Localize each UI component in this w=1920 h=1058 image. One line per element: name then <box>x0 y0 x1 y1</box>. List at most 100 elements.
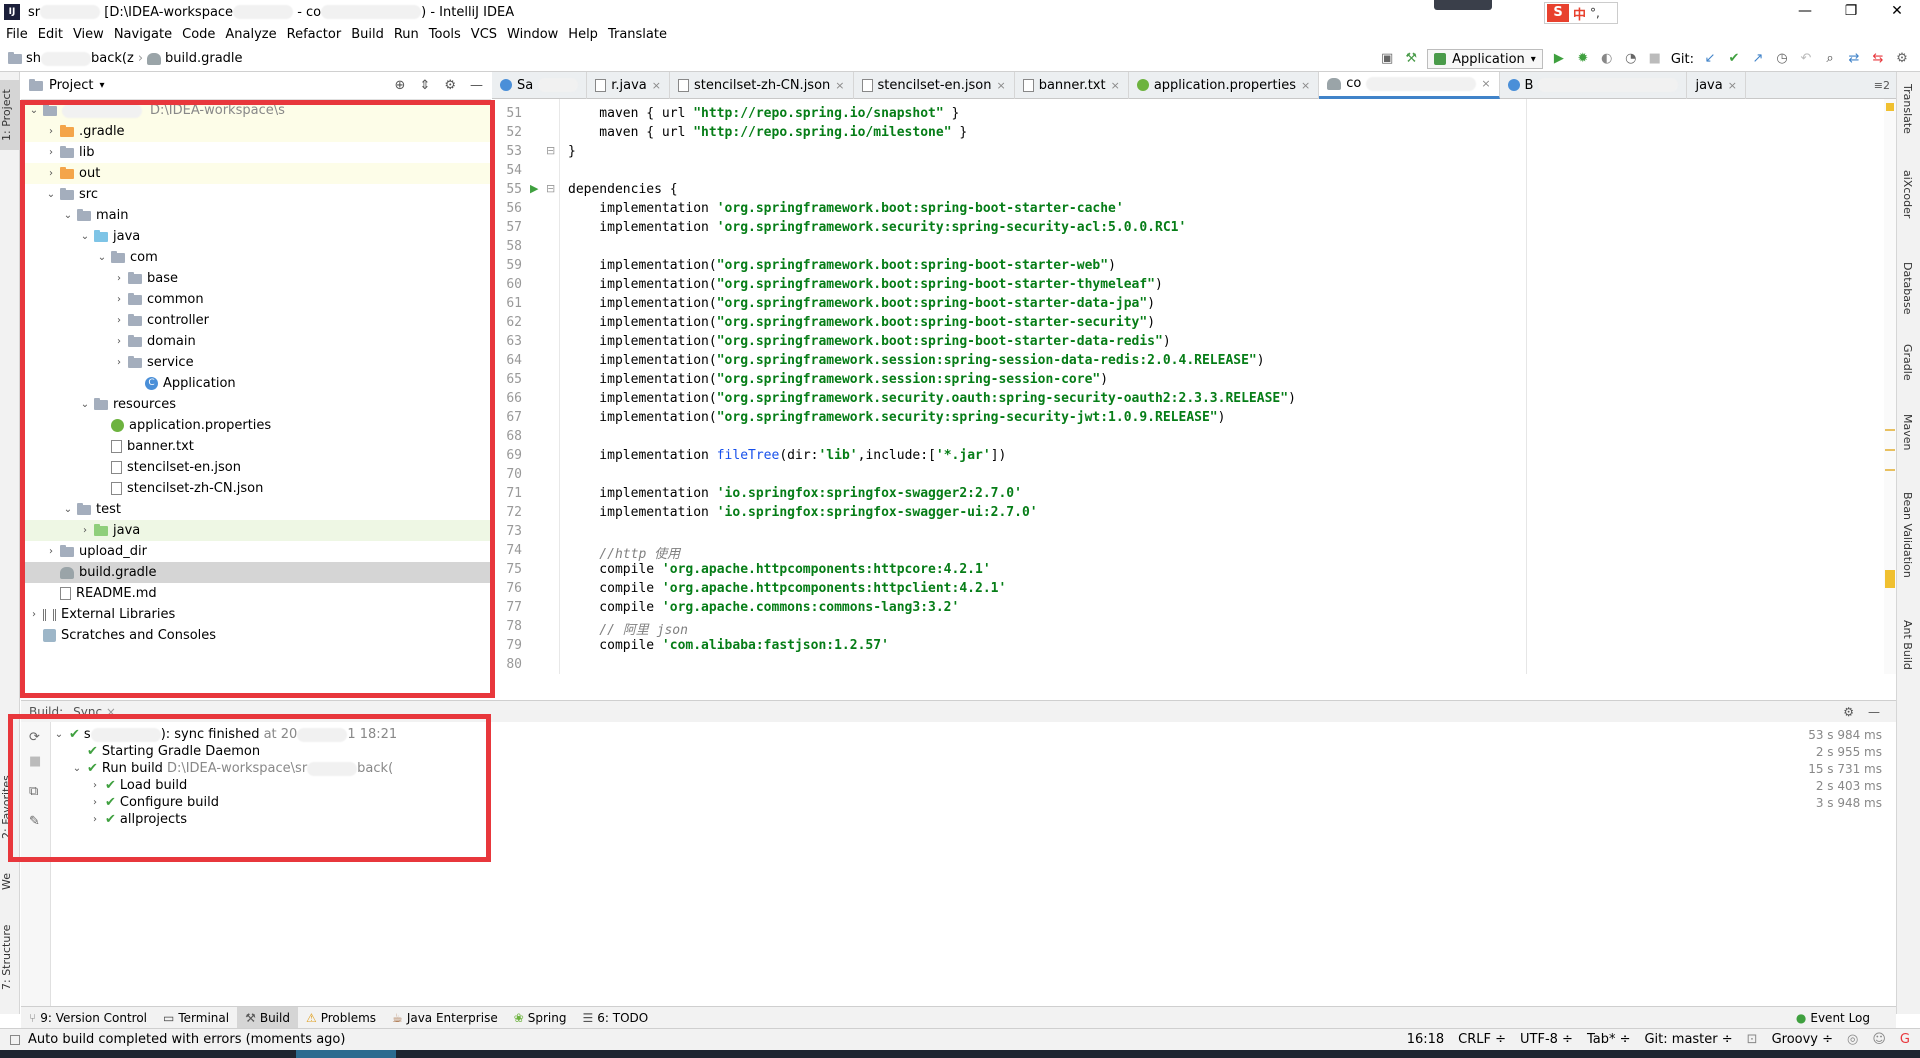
locate-file-icon[interactable]: ⊕ <box>395 78 406 93</box>
code-line[interactable]: implementation("org.springframework.sess… <box>568 353 1264 368</box>
warning-marker[interactable] <box>1886 103 1894 111</box>
gutter-run-icon[interactable]: ▶ <box>530 182 538 195</box>
search-icon[interactable]: ⌕ <box>1822 51 1838 67</box>
code-line[interactable]: implementation("org.springframework.secu… <box>568 391 1296 406</box>
menu-edit[interactable]: Edit <box>38 27 63 42</box>
status-message[interactable]: Auto build completed with errors (moment… <box>28 1032 345 1047</box>
collapse-all-icon[interactable]: ⇕ <box>419 78 430 93</box>
code-line[interactable]: implementation 'org.springframework.boot… <box>568 201 1123 216</box>
close-button[interactable]: ✕ <box>1874 0 1920 24</box>
project-view-selector[interactable]: Project <box>49 78 93 93</box>
code-line[interactable]: implementation("org.springframework.boot… <box>568 296 1155 311</box>
menu-vcs[interactable]: VCS <box>471 27 497 42</box>
history-icon[interactable]: ◷ <box>1774 51 1790 67</box>
editor-tab[interactable]: stencilset-zh-CN.json × <box>670 71 854 99</box>
code-line[interactable]: compile 'org.apache.httpcomponents:httpc… <box>568 581 1006 596</box>
code-line[interactable]: implementation("org.springframework.secu… <box>568 410 1225 425</box>
fold-marker-icon[interactable]: ⊟ <box>546 144 555 157</box>
gear-icon[interactable]: ⚙ <box>1843 705 1854 719</box>
fold-marker-icon[interactable]: ⊟ <box>546 182 555 195</box>
code-line[interactable]: implementation("org.springframework.boot… <box>568 315 1155 330</box>
code-line[interactable]: compile 'org.apache.httpcomponents:httpc… <box>568 562 990 577</box>
close-tab-icon[interactable]: × <box>652 79 661 92</box>
menu-build[interactable]: Build <box>351 27 384 42</box>
code-line[interactable]: implementation 'io.springfox:springfox-s… <box>568 505 1037 520</box>
editor-tab[interactable]: banner.txt × <box>1015 71 1129 99</box>
git-update-icon[interactable]: ↙ <box>1702 51 1718 67</box>
tool-tab-maven[interactable]: Maven <box>1901 414 1914 450</box>
gear-icon[interactable]: ⚙ <box>444 78 456 93</box>
tool-tab-translate[interactable]: Translate <box>1901 84 1914 134</box>
editor-tab[interactable]: co × <box>1319 71 1500 99</box>
rollback-icon[interactable]: ↶ <box>1798 51 1814 67</box>
event-log-button[interactable]: ● Event Log <box>1796 1011 1870 1025</box>
tab-overflow-button[interactable]: ≡2 <box>1874 79 1890 92</box>
breadcrumb-file[interactable]: build.gradle <box>165 51 243 66</box>
taskbar-active-app[interactable] <box>296 1050 396 1058</box>
menu-help[interactable]: Help <box>568 27 598 42</box>
code-editor[interactable]: 51 52 53 ⊟ 54 55 ▶ ⊟ 56 57 58 59 60 61 62 63 64 65 66 67 68 6… <box>492 99 1896 674</box>
tool-tab-aixcoder[interactable]: aiXcoder <box>1901 170 1914 218</box>
close-tab-icon[interactable]: × <box>1728 79 1737 92</box>
bottom-tool-problems[interactable]: ⚠ Problems <box>298 1007 384 1029</box>
menu-analyze[interactable]: Analyze <box>225 27 276 42</box>
tool-tab-web[interactable]: We <box>0 862 20 902</box>
code-line[interactable]: maven { url "http://repo.spring.io/snaps… <box>568 106 959 121</box>
editor-tab[interactable]: stencilset-en.json × <box>854 71 1015 99</box>
code-line[interactable]: // 阿里 json <box>568 619 688 638</box>
status-toggle-icon[interactable] <box>10 1034 20 1045</box>
memory-icon[interactable]: ◎ <box>1847 1032 1858 1047</box>
editor-tab[interactable]: Sa <box>492 71 588 99</box>
editor-tab[interactable]: application.properties × <box>1129 71 1320 99</box>
inspector-icon[interactable]: ☺ <box>1872 1032 1886 1047</box>
file-encoding[interactable]: UTF-8 ÷ <box>1520 1032 1573 1047</box>
tool-tab-structure[interactable]: 7: Structure <box>0 912 20 1002</box>
menu-file[interactable]: File <box>6 27 28 42</box>
code-line[interactable]: maven { url "http://repo.spring.io/miles… <box>568 125 967 140</box>
profile-icon[interactable]: ◔ <box>1623 51 1639 67</box>
menu-tools[interactable]: Tools <box>429 27 461 42</box>
chevron-down-icon[interactable]: ▾ <box>99 80 104 91</box>
breadcrumb-project[interactable]: sh back(z <box>26 51 134 66</box>
code-line[interactable]: //http 使用 <box>568 543 680 562</box>
coverage-icon[interactable]: ◐ <box>1599 51 1615 67</box>
menu-run[interactable]: Run <box>394 27 419 42</box>
close-tab-icon[interactable]: × <box>997 79 1006 92</box>
bottom-tool-terminal[interactable]: ▭ Terminal <box>155 1007 237 1029</box>
code-line[interactable]: implementation("org.springframework.boot… <box>568 277 1163 292</box>
code-line[interactable]: compile 'com.alibaba:fastjson:1.2.57' <box>568 638 889 653</box>
menu-window[interactable]: Window <box>507 27 558 42</box>
code-line[interactable]: implementation fileTree(dir:'lib',includ… <box>568 448 1006 463</box>
run-config-dropdown[interactable]: Application ▾ <box>1427 49 1543 69</box>
stop-icon[interactable]: ■ <box>1647 51 1663 67</box>
git-branch[interactable]: Git: master ÷ <box>1644 1032 1732 1047</box>
lock-icon[interactable]: ⊡ <box>1747 1032 1758 1047</box>
code-line[interactable]: compile 'org.apache.commons:commons-lang… <box>568 600 959 615</box>
menu-view[interactable]: View <box>73 27 104 42</box>
menu-refactor[interactable]: Refactor <box>287 27 342 42</box>
menu-code[interactable]: Code <box>182 27 215 42</box>
minimize-button[interactable]: — <box>1782 0 1828 24</box>
menu-navigate[interactable]: Navigate <box>114 27 172 42</box>
close-tab-icon[interactable]: × <box>1111 79 1120 92</box>
settings-icon[interactable]: ⚙ <box>1894 51 1910 67</box>
code-line[interactable]: implementation 'io.springfox:springfox-s… <box>568 486 1022 501</box>
bottom-tool-spring[interactable]: ❀ Spring <box>506 1007 575 1029</box>
restore-button[interactable]: ❐ <box>1828 0 1874 24</box>
project-structure-icon[interactable]: ▣ <box>1379 51 1395 67</box>
error-stripe[interactable] <box>1884 99 1896 674</box>
tool-tab-gradle[interactable]: Gradle <box>1901 344 1914 381</box>
run-icon[interactable]: ▶ <box>1551 51 1567 67</box>
close-tab-icon[interactable]: × <box>835 79 844 92</box>
code-line[interactable]: implementation("org.springframework.boot… <box>568 258 1116 273</box>
translate-alt-icon[interactable]: ⇆ <box>1870 51 1886 67</box>
code-line[interactable]: } <box>568 144 576 159</box>
code-line[interactable]: implementation("org.springframework.sess… <box>568 372 1108 387</box>
bottom-tool-9-version-control[interactable]: ⑂ 9: Version Control <box>21 1007 155 1029</box>
code-line[interactable]: implementation("org.springframework.boot… <box>568 334 1170 349</box>
caret-position[interactable]: 16:18 <box>1407 1032 1444 1047</box>
indent-setting[interactable]: Tab* ÷ <box>1587 1032 1631 1047</box>
editor-tab[interactable]: java × <box>1687 71 1746 99</box>
git-push-icon[interactable]: ↗ <box>1750 51 1766 67</box>
hide-panel-icon[interactable]: — <box>470 78 483 93</box>
